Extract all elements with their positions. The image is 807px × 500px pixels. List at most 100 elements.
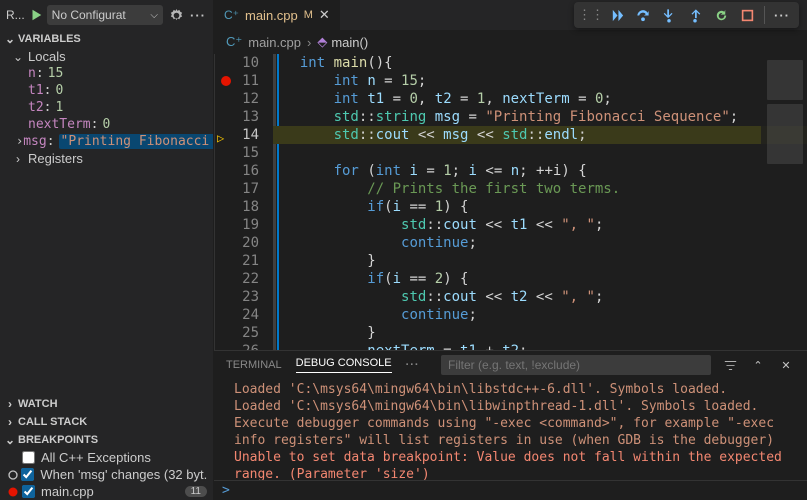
editor-area: ⋮⋮ ··· C⁺ main.cpp M ✕ ··· C⁺: [214, 0, 807, 500]
chevron-down-icon: ⌵: [150, 10, 158, 21]
gutter-15[interactable]: 15: [215, 144, 259, 162]
gutter-14[interactable]: ▷14: [215, 126, 259, 144]
chevron-right-icon: ›: [12, 152, 24, 166]
gutter-19[interactable]: 19: [215, 216, 259, 234]
breadcrumb-func[interactable]: ⬘ main(): [317, 34, 368, 50]
drag-handle-icon[interactable]: ⋮⋮: [582, 6, 600, 24]
gutter-21[interactable]: 21: [215, 252, 259, 270]
gutter-22[interactable]: 22: [215, 270, 259, 288]
gutter-12[interactable]: 12: [215, 90, 259, 108]
bottom-panel: TERMINAL DEBUG CONSOLE ··· ⌃ ✕ Loaded 'C…: [214, 350, 807, 500]
bp-checkbox[interactable]: [21, 468, 34, 481]
close-icon[interactable]: ✕: [777, 356, 795, 374]
restart-icon[interactable]: [712, 6, 730, 24]
line-20[interactable]: continue;: [273, 234, 807, 252]
breadcrumb-file[interactable]: main.cpp: [248, 35, 301, 50]
gear-icon[interactable]: [167, 6, 185, 24]
section-callstack-label: CALL STACK: [18, 416, 87, 428]
step-over-icon[interactable]: [634, 6, 652, 24]
section-breakpoints-label: BREAKPOINTS: [18, 434, 98, 446]
continue-icon[interactable]: [608, 6, 626, 24]
chevron-right-icon: ›: [16, 134, 23, 149]
gutter-26[interactable]: 26: [215, 342, 259, 350]
line-14-current[interactable]: std::cout << msg << std::endl;: [273, 126, 807, 144]
chevron-right-icon: ›: [307, 35, 311, 50]
variable-t2[interactable]: t2: 1: [0, 99, 213, 116]
close-icon[interactable]: ✕: [319, 7, 330, 23]
console-line: Execute debugger commands using "-exec <…: [234, 415, 797, 449]
variable-msg[interactable]: › msg: "Printing Fibonacci S: [0, 133, 213, 150]
more-icon[interactable]: ···: [406, 359, 420, 371]
variable-nextterm[interactable]: nextTerm: 0: [0, 116, 213, 133]
line-19[interactable]: std::cout << t1 << ", ";: [273, 216, 807, 234]
line-10[interactable]: int main(){: [273, 54, 807, 72]
registers-label: Registers: [28, 151, 83, 166]
gutter-16[interactable]: 16: [215, 162, 259, 180]
line-16[interactable]: for (int i = 1; i <= n; ++i) {: [273, 162, 807, 180]
code-body[interactable]: int main(){ int n = 15; int t1 = 0, t2 =…: [273, 54, 807, 350]
line-13[interactable]: std::string msg = "Printing Fibonacci Se…: [273, 108, 807, 126]
tab-terminal[interactable]: TERMINAL: [226, 359, 282, 371]
gutter-20[interactable]: 20: [215, 234, 259, 252]
breakpoint-main-cpp[interactable]: main.cpp 11: [0, 483, 213, 500]
bp-file-label: main.cpp: [41, 484, 94, 499]
registers-group[interactable]: › Registers: [0, 150, 213, 167]
line-24[interactable]: continue;: [273, 306, 807, 324]
stop-icon[interactable]: [738, 6, 756, 24]
section-watch[interactable]: › WATCH: [0, 395, 213, 413]
tab-main-cpp[interactable]: C⁺ main.cpp M ✕: [214, 0, 341, 30]
debug-console-output[interactable]: Loaded 'C:\msys64\mingw64\bin\libstdc++-…: [214, 379, 807, 480]
breakpoint-dot[interactable]: [221, 76, 231, 86]
step-out-icon[interactable]: [686, 6, 704, 24]
gutter-17[interactable]: 17: [215, 180, 259, 198]
variable-n[interactable]: n: 15: [0, 65, 213, 82]
locals-label: Locals: [28, 49, 66, 64]
cpp-file-icon: C⁺: [224, 8, 239, 22]
section-callstack[interactable]: › CALL STACK: [0, 413, 213, 431]
line-25[interactable]: }: [273, 324, 807, 342]
line-18[interactable]: if(i == 1) {: [273, 198, 807, 216]
section-breakpoints[interactable]: ⌄ BREAKPOINTS: [0, 431, 213, 449]
gutter-25[interactable]: 25: [215, 324, 259, 342]
line-22[interactable]: if(i == 2) {: [273, 270, 807, 288]
bp-checkbox[interactable]: [22, 451, 35, 464]
gutter-13[interactable]: 13: [215, 108, 259, 126]
step-into-icon[interactable]: [660, 6, 678, 24]
code-editor[interactable]: 10 11 12 13 ▷14 15 16 17 18 19 20 21 22 …: [214, 54, 807, 350]
gutter-10[interactable]: 10: [215, 54, 259, 72]
gutter-23[interactable]: 23: [215, 288, 259, 306]
start-debug-icon[interactable]: [29, 8, 43, 22]
locals-group[interactable]: ⌄ Locals: [0, 48, 213, 65]
bp-indicator-circle: [6, 470, 19, 480]
section-watch-label: WATCH: [18, 398, 58, 410]
filter-lines-icon[interactable]: [721, 356, 739, 374]
variable-t1[interactable]: t1: 0: [0, 82, 213, 99]
line-15[interactable]: [273, 144, 807, 162]
debug-config-select[interactable]: No Configurat ⌵: [47, 5, 163, 25]
variable-msg-value: "Printing Fibonacci S: [59, 134, 213, 149]
gutter-18[interactable]: 18: [215, 198, 259, 216]
chevron-up-icon[interactable]: ⌃: [749, 356, 767, 374]
line-12[interactable]: int t1 = 0, t2 = 1, nextTerm = 0;: [273, 90, 807, 108]
bp-checkbox[interactable]: [22, 485, 35, 498]
line-26[interactable]: nextTerm = t1 + t2;: [273, 342, 807, 350]
more-icon[interactable]: ···: [189, 6, 207, 24]
console-filter-input[interactable]: [441, 355, 711, 375]
line-11[interactable]: int n = 15;: [273, 72, 807, 90]
gutter-24[interactable]: 24: [215, 306, 259, 324]
breakpoint-msg-change[interactable]: When 'msg' changes (32 byt...: [0, 466, 213, 483]
line-17[interactable]: // Prints the first two terms.: [273, 180, 807, 198]
section-variables[interactable]: ⌄ VARIABLES: [0, 30, 213, 48]
tab-debug-console[interactable]: DEBUG CONSOLE: [296, 357, 392, 373]
minimap[interactable]: [761, 54, 807, 350]
breadcrumb[interactable]: C⁺ main.cpp › ⬘ main(): [214, 30, 807, 54]
console-input[interactable]: >: [214, 480, 807, 500]
console-line: Loaded 'C:\msys64\mingw64\bin\libwinpthr…: [234, 398, 797, 415]
bp-indicator-dot: [6, 487, 20, 497]
line-23[interactable]: std::cout << t2 << ", ";: [273, 288, 807, 306]
bp-msg-change-label: When 'msg' changes (32 byt...: [40, 467, 207, 482]
line-21[interactable]: }: [273, 252, 807, 270]
breakpoint-all-cpp[interactable]: All C++ Exceptions: [0, 449, 213, 466]
gutter-11[interactable]: 11: [215, 72, 259, 90]
more-icon[interactable]: ···: [773, 6, 791, 24]
